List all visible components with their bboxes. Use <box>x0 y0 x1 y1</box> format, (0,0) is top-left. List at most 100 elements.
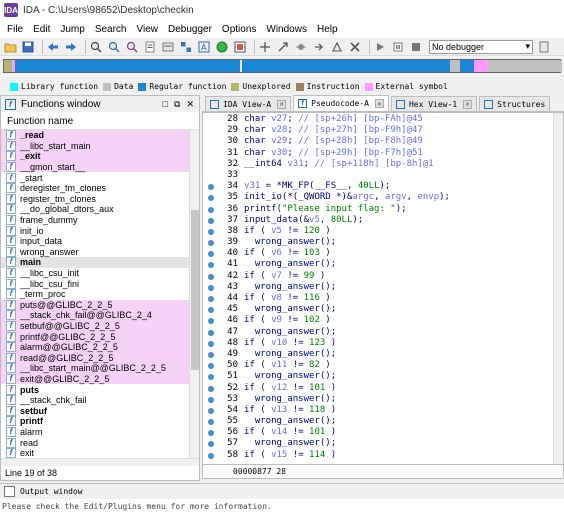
menu-item-help[interactable]: Help <box>314 24 345 35</box>
pseudocode-view[interactable]: 28 char v27; // [sp+26h] [bp-FAh]@45 29 cha… <box>202 112 564 465</box>
code-line[interactable]: 37 input_data(&v5, 80LL); <box>203 215 553 226</box>
function-row[interactable]: f __libc_start_main@@GLIBC_2_2_5 <box>1 363 189 374</box>
tab-pseudocode-a[interactable]: f Pseudocode-A ✕ <box>293 95 389 111</box>
open-file-icon[interactable] <box>3 40 17 54</box>
breakpoint-dot[interactable] <box>208 296 214 302</box>
breakpoint-dot[interactable] <box>208 284 214 291</box>
function-row[interactable]: f read@@GLIBC_2_2_5 <box>1 352 189 364</box>
function-name-column-header[interactable]: Function name <box>1 114 199 130</box>
restore-icon[interactable]: □ <box>163 99 168 110</box>
breakpoint-dot[interactable] <box>208 430 214 437</box>
function-row[interactable]: f __stack_chk_fail@@GLIBC_2_4 <box>1 310 189 321</box>
breakpoint-dot[interactable] <box>208 251 214 258</box>
function-row[interactable]: f __libc_csu_init <box>1 268 189 279</box>
code-line[interactable]: 40 if ( v6 != 103 ) <box>203 248 553 259</box>
code-line[interactable]: 51 wrong_answer(); <box>203 371 553 382</box>
breakpoint-dot[interactable] <box>208 407 214 414</box>
start-debug-icon[interactable] <box>373 40 387 54</box>
code-line[interactable]: 58 if ( v15 != 114 ) <box>203 450 553 461</box>
function-row[interactable]: f exit <box>1 448 189 458</box>
breakpoint-dot[interactable] <box>208 228 214 235</box>
code-line[interactable]: 47 wrong_answer(); <box>203 327 553 338</box>
breakpoint-dot[interactable] <box>208 351 214 358</box>
function-row[interactable]: f input_data <box>1 236 189 247</box>
code-line[interactable]: 50 if ( v11 != 82 ) <box>203 360 553 371</box>
function-row[interactable]: f main <box>1 257 189 268</box>
functions-horizontal-scrollbar[interactable] <box>1 458 199 466</box>
float-icon[interactable]: ⧉ <box>174 99 180 110</box>
bookmark-icon[interactable] <box>143 40 157 54</box>
breakpoint-dot[interactable] <box>208 452 214 459</box>
menu-item-options[interactable]: Options <box>219 24 263 35</box>
code-line[interactable]: 29 char v28; // [sp+27h] [bp-F9h]@47 <box>203 125 553 136</box>
save-icon[interactable] <box>21 40 35 54</box>
tab-ida-view-a[interactable]: IDA View-A ✕ <box>205 96 292 111</box>
menu-item-search[interactable]: Search <box>92 24 134 35</box>
code-line[interactable]: 49 wrong_answer(); <box>203 349 553 360</box>
segments-icon[interactable] <box>179 40 193 54</box>
function-row[interactable]: f printf <box>1 416 189 427</box>
code-line[interactable]: 52 if ( v12 != 101 ) <box>203 383 553 394</box>
code-line[interactable]: 44 if ( v8 != 116 ) <box>203 293 553 304</box>
add-breakpoint-icon[interactable] <box>294 40 308 54</box>
breakpoint-dot[interactable] <box>208 340 214 347</box>
breakpoint-dot[interactable] <box>208 441 214 448</box>
code-line[interactable]: 43 wrong_answer(); <box>203 282 553 293</box>
function-row[interactable]: f setbuf@@GLIBC_2_2_5 <box>1 320 189 332</box>
code-line[interactable]: 55 wrong_answer(); <box>203 416 553 427</box>
menu-item-jump[interactable]: Jump <box>57 24 91 35</box>
names-icon[interactable] <box>161 40 175 54</box>
function-row[interactable]: f wrong_answer <box>1 246 189 258</box>
breakpoint-dot[interactable] <box>208 217 214 224</box>
debugger-select[interactable]: No debugger ▾ <box>429 39 533 54</box>
stop-debug-icon[interactable] <box>409 40 423 54</box>
code-line[interactable]: 42 if ( v7 != 99 ) <box>203 271 553 282</box>
breakpoint-dot[interactable] <box>208 273 214 280</box>
breakpoint-dot[interactable] <box>208 307 214 314</box>
code-line[interactable]: 35 init_io(*(_QWORD *)&argc, argv, envp); <box>203 192 553 203</box>
pseudocode-vertical-scrollbar[interactable] <box>553 113 563 464</box>
function-row[interactable]: f __libc_csu_fini <box>1 278 189 289</box>
function-jump-icon[interactable] <box>276 40 290 54</box>
code-line[interactable]: 41 wrong_answer(); <box>203 259 553 270</box>
green-circle-icon[interactable] <box>215 40 229 54</box>
code-line[interactable]: 30 char v29; // [sp+28h] [bp-F8h]@49 <box>203 136 553 147</box>
function-row[interactable]: f exit@@GLIBC_2_2_5 <box>1 373 189 385</box>
menu-item-windows[interactable]: Windows <box>263 24 314 35</box>
function-row[interactable]: f puts <box>1 384 189 395</box>
tab-hex-view-1[interactable]: Hex View-1 ✕ <box>390 96 478 111</box>
delete-icon[interactable] <box>348 40 362 54</box>
breakpoint-dot[interactable] <box>208 363 214 370</box>
code-line[interactable]: 48 if ( v10 != 123 ) <box>203 338 553 349</box>
function-row[interactable]: f init_io <box>1 225 189 236</box>
function-row[interactable]: f __do_global_dtors_aux <box>1 204 189 215</box>
patch-icon[interactable] <box>330 40 344 54</box>
breakpoint-dot[interactable] <box>208 184 214 191</box>
function-row[interactable]: f setbuf <box>1 405 189 416</box>
pause-debug-icon[interactable] <box>391 40 405 54</box>
back-arrow-icon[interactable] <box>46 40 60 54</box>
breakpoint-dot[interactable] <box>208 329 214 336</box>
menu-item-file[interactable]: File <box>4 24 30 35</box>
tab-close-icon[interactable]: ✕ <box>277 99 287 109</box>
function-row[interactable]: f _exit <box>1 151 189 162</box>
function-row[interactable]: f __libc_start_main <box>1 140 189 152</box>
code-line[interactable]: 33 <box>203 170 553 181</box>
breakpoint-dot[interactable] <box>208 206 214 213</box>
function-row[interactable]: f frame_dummy <box>1 215 189 226</box>
code-line[interactable]: 46 if ( v9 != 102 ) <box>203 315 553 326</box>
tab-close-icon[interactable]: ✕ <box>374 99 384 108</box>
menu-item-edit[interactable]: Edit <box>30 24 57 35</box>
code-line[interactable]: 31 char v30; // [sp+29h] [bp-F7h]@51 <box>203 148 553 159</box>
functions-vertical-scrollbar[interactable] <box>189 130 199 458</box>
function-row[interactable]: f puts@@GLIBC_2_2_5 <box>1 299 189 311</box>
navigation-band[interactable] <box>3 59 562 73</box>
tab-structures[interactable]: Structures <box>479 96 551 111</box>
breakpoint-dot[interactable] <box>208 396 214 403</box>
search-icon[interactable] <box>89 40 103 54</box>
code-line[interactable]: 32 __int64 v31; // [sp+118h] [bp-8h]@1 <box>203 159 553 170</box>
close-icon[interactable]: ✕ <box>186 99 194 110</box>
function-row[interactable]: f _start <box>1 172 189 183</box>
debugger-options-icon[interactable] <box>537 40 551 54</box>
graph-view-icon[interactable] <box>233 40 247 54</box>
